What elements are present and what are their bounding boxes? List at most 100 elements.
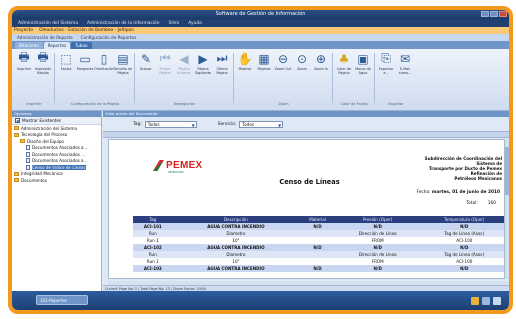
- taskbar: 102-Reportes: [12, 291, 509, 310]
- printer-icon: 🖶: [18, 50, 30, 64]
- tab-configuracion-reportes[interactable]: Configuración de Reportes: [81, 35, 137, 40]
- multiple-pages-icon: ▦: [258, 51, 270, 66]
- next-page-icon: ▶: [198, 51, 208, 66]
- document-preview-panel: Vista previa del Documento Tag: Todos ▼ S…: [103, 111, 509, 291]
- taskbar-button[interactable]: 102-Reportes: [36, 295, 88, 305]
- pemex-logo-mark: [153, 160, 164, 171]
- folder-icon: [14, 126, 19, 131]
- export-button[interactable]: ⎘ Exportar a...: [376, 51, 396, 75]
- group-separator: [332, 53, 333, 103]
- service-filter-select[interactable]: Todos ▼: [239, 120, 284, 128]
- search-icon: ✎: [140, 51, 152, 66]
- show-existing-label: Mostrar Existentes: [22, 118, 62, 123]
- group-label-color-fondo: Color de Fondo: [340, 102, 368, 106]
- scale-icon: ⬚: [60, 51, 72, 66]
- lines-table: Tag Descripción Material Presión (Oper) …: [133, 216, 509, 272]
- tab-proyecto[interactable]: Proyecto: [14, 28, 33, 33]
- pemex-logo: PEMEX REFINACIÓN: [153, 160, 203, 174]
- tab-administracion-reporte[interactable]: Administración de Reporte: [17, 35, 73, 40]
- table-subheader: Run Diametro Dirección de Línea Tag de L…: [133, 230, 509, 237]
- quick-print-button[interactable]: 🖶 Impresión Rápida: [33, 50, 53, 75]
- menu-item-admin-sistema[interactable]: Administración del Sistema: [18, 21, 78, 26]
- options-panel: Opciones Mostrar Existentes Administraci…: [12, 111, 102, 291]
- tree-item[interactable]: Documentos Asociados a ...: [12, 158, 101, 165]
- project-tabs: Proyecto Oleoductos - Estación de Bombeo…: [12, 27, 509, 34]
- zoom-out-icon: ⊖: [277, 51, 289, 66]
- group-separator: [233, 53, 234, 103]
- tag-filter-select[interactable]: Todos ▼: [144, 120, 197, 128]
- show-existing-checkbox[interactable]: Mostrar Existentes: [12, 117, 101, 125]
- next-page-button[interactable]: ▶ Página Siguiente: [193, 51, 213, 76]
- zoom-button[interactable]: ⊙ Zoom: [292, 51, 312, 72]
- first-page-button[interactable]: ⏮ Primer Página: [155, 51, 175, 75]
- menu-item-slimi[interactable]: Slimi: [169, 21, 180, 26]
- search-button[interactable]: ✎ Buscar: [136, 51, 156, 72]
- tray-icon[interactable]: [493, 297, 501, 305]
- margins-button[interactable]: ▭ Margenes: [75, 51, 95, 72]
- zoom-in-button[interactable]: ⊕ Zoom In: [311, 51, 331, 72]
- service-filter-label: Servicio:: [217, 121, 237, 127]
- filter-bar: Tag: Todos ▼ Servicio: Todos ▼: [103, 117, 509, 131]
- chevron-down-icon: ▼: [278, 122, 282, 128]
- app-window: Software de Gestión de Información Admin…: [8, 6, 513, 314]
- group-separator: [134, 53, 135, 103]
- group-label-zoom: Zoom: [278, 102, 289, 106]
- multiple-pages-button[interactable]: ▦ Páginas: [254, 51, 274, 72]
- vertical-scrollbar[interactable]: [504, 139, 509, 279]
- page-size-icon: ▤: [117, 51, 129, 66]
- watermark-button[interactable]: ▣ Marca de Agua: [353, 51, 373, 76]
- report-date: Fecha: martes, 01 de junio de 2010: [416, 190, 501, 195]
- close-button[interactable]: [499, 11, 507, 17]
- window-title: Software de Gestión de Información: [215, 11, 306, 17]
- page-size-button[interactable]: ▤ Tamaño de Página: [113, 51, 133, 76]
- orientation-icon: ▯: [100, 51, 108, 66]
- hand-icon: ✋: [237, 51, 253, 66]
- previous-page-icon: ◀: [179, 51, 189, 66]
- maximize-button[interactable]: [490, 11, 498, 17]
- print-button[interactable]: 🖶 Imprimir: [14, 50, 34, 71]
- sub-tabs: Administración de Reporte Configuración …: [12, 34, 509, 41]
- tab-oleoductos[interactable]: Oleoductos - Estación de Bombeo - Jaltip…: [39, 28, 134, 33]
- group-label-exportar: Exportar: [388, 102, 404, 106]
- report-tree: Administración del Sistema Tecnología de…: [12, 125, 101, 184]
- email-button[interactable]: ✉ E-Mail como...: [395, 51, 415, 76]
- folder-icon: [14, 132, 19, 137]
- tree-item[interactable]: Documentos: [12, 177, 101, 184]
- table-row: ACI-101 AGUA CONTRA INCENDIO N/D N/D N/D: [133, 223, 509, 230]
- table-subrow: Run 1 10" FROM ACI-100: [133, 258, 509, 265]
- minimize-button[interactable]: [481, 11, 489, 17]
- report-page: PEMEX REFINACIÓN Subdirección de Coordin…: [108, 139, 509, 279]
- menu-item-admin-informacion[interactable]: Administración de la Información: [87, 21, 160, 26]
- previous-page-button[interactable]: ◀ Página Anterior: [174, 51, 194, 76]
- table-subrow: Run 1 10" FROM ACI-100: [133, 237, 509, 244]
- tray-icon[interactable]: [482, 297, 490, 305]
- show-button[interactable]: ✋ Mostrar: [235, 51, 255, 72]
- tab-tuboo[interactable]: Tuboo: [71, 42, 92, 49]
- group-label-configuracion: Configuración de la Página: [70, 102, 120, 106]
- scale-button[interactable]: ⬚ Escala: [56, 51, 76, 72]
- menu-item-ayuda[interactable]: Ayuda: [188, 21, 202, 26]
- title-bar: Software de Gestión de Información: [12, 10, 509, 19]
- folder-icon: [14, 171, 19, 176]
- document-icon: [26, 151, 30, 157]
- ribbon-toolbar: 🖶 Imprimir 🖶 Impresión Rápida ⬚ Escala ▭ Mar…: [12, 49, 509, 111]
- ribbon-tabs: Bitácoras Reportes Tuboo: [12, 41, 509, 49]
- last-page-button[interactable]: ⏭ Última Página: [212, 51, 232, 75]
- document-icon: [26, 158, 30, 164]
- document-icon: [26, 145, 30, 151]
- orientation-button[interactable]: ▯ Orientación: [94, 51, 114, 72]
- tray-icon[interactable]: [471, 297, 479, 305]
- report-toolbar: [103, 131, 509, 138]
- scroll-thumb[interactable]: [505, 147, 509, 195]
- tree-item[interactable]: Documentos Asociados a ...: [12, 145, 101, 152]
- system-tray: [471, 297, 501, 305]
- folder-icon: [20, 139, 25, 144]
- report-total: Total: 160: [466, 201, 496, 206]
- page-color-icon: ♣: [338, 51, 350, 66]
- group-label-imprimir: Imprimir: [26, 102, 42, 106]
- zoom-out-button[interactable]: ⊖ Zoom Out: [273, 51, 293, 72]
- page-color-button[interactable]: ♣ Color de Página: [334, 51, 354, 76]
- export-icon: ⎘: [381, 51, 391, 65]
- table-row: ACI-102 AGUA CONTRA INCENDIO N/D N/D N/D: [133, 244, 509, 251]
- watermark-icon: ▣: [357, 51, 369, 66]
